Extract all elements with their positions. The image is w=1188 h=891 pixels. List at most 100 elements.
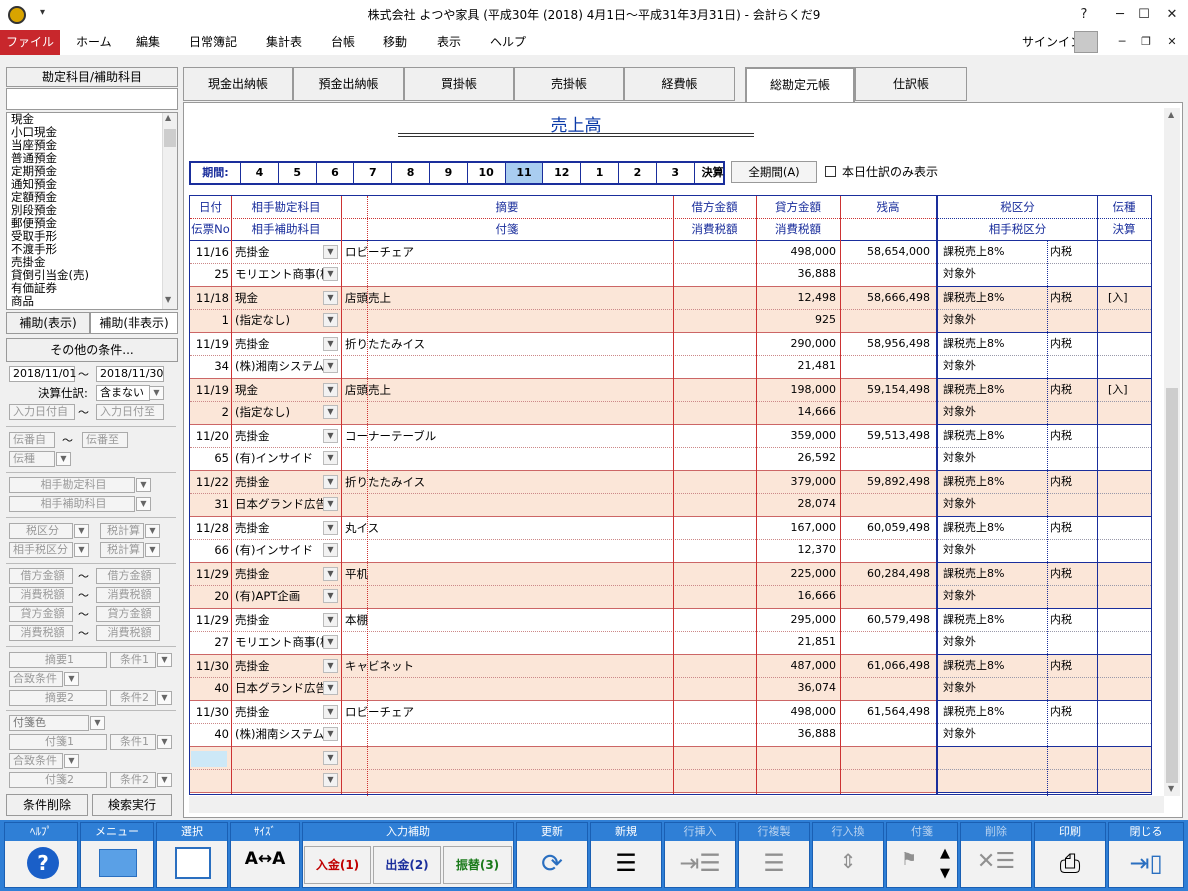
- partner-sub-cell[interactable]: (株)湘南システム: [235, 355, 323, 377]
- tax-incl-cell[interactable]: 内税: [1050, 701, 1094, 723]
- menu-view[interactable]: 表示: [437, 30, 461, 55]
- date-cell[interactable]: 11/22: [192, 471, 229, 493]
- credit-tax-to[interactable]: 消費税額: [96, 625, 160, 641]
- partner-tax-select[interactable]: 相手税区分: [9, 542, 73, 558]
- account-search-input[interactable]: [6, 88, 178, 110]
- account-item[interactable]: 商品: [7, 295, 177, 308]
- chevron-down-icon[interactable]: ▼: [323, 383, 338, 397]
- date-cell[interactable]: 11/19: [192, 333, 229, 355]
- chevron-down-icon[interactable]: ▼: [323, 359, 338, 373]
- date-cell[interactable]: 11/20: [192, 425, 229, 447]
- tag-up-down-icon[interactable]: ▲ ▼: [934, 844, 956, 884]
- tax-class-cell[interactable]: 課税売上8%: [943, 471, 1043, 493]
- summary-cell[interactable]: ロビーチェア: [345, 241, 665, 263]
- close-doc-icon[interactable]: ✕: [1154, 29, 1188, 55]
- credit-tax-cell[interactable]: 36,074: [758, 677, 837, 699]
- voucher-no-cell[interactable]: 25: [192, 263, 229, 285]
- tax-incl-cell[interactable]: 内税: [1050, 425, 1094, 447]
- menu-ledger[interactable]: 台帳: [331, 30, 355, 55]
- chevron-down-icon[interactable]: ▼: [136, 497, 151, 511]
- summary-cell[interactable]: キャビネット: [345, 655, 665, 677]
- summary-cell[interactable]: 折りたたみイス: [345, 333, 665, 355]
- help-icon[interactable]: ?: [1066, 0, 1102, 30]
- voucher-type-cell[interactable]: [1108, 655, 1148, 677]
- menu-summary[interactable]: 集計表: [266, 30, 302, 55]
- credit-tax-cell[interactable]: 21,851: [758, 631, 837, 653]
- transfer-button[interactable]: 振替(3): [443, 846, 512, 884]
- menu-help[interactable]: ヘルプ: [490, 30, 526, 55]
- signin-link[interactable]: サインイン: [1022, 33, 1082, 50]
- summary-cell[interactable]: 店頭売上: [345, 379, 665, 401]
- partner-tax-cell[interactable]: 対象外: [943, 539, 1043, 561]
- credit-tax-from[interactable]: 消費税額: [9, 625, 73, 641]
- chevron-down-icon[interactable]: ▼: [323, 475, 338, 489]
- voucher-no-cell[interactable]: 27: [192, 631, 229, 653]
- period-month-11[interactable]: 2: [619, 163, 657, 183]
- chevron-down-icon[interactable]: ▼: [90, 716, 105, 730]
- refresh-button[interactable]: 更新 ⟳: [516, 822, 588, 888]
- chevron-down-icon[interactable]: ▼: [323, 613, 338, 627]
- partner-tax-cell[interactable]: 対象外: [943, 723, 1043, 745]
- sub-show-tab[interactable]: 補助(表示): [6, 312, 90, 334]
- chevron-down-icon[interactable]: ▼: [157, 653, 172, 667]
- partner-sub-cell[interactable]: (指定なし): [235, 401, 323, 423]
- credit-tax-cell[interactable]: 36,888: [758, 263, 837, 285]
- tax-incl-cell[interactable]: 内税: [1050, 563, 1094, 585]
- menu-move[interactable]: 移動: [383, 30, 407, 55]
- chevron-down-icon[interactable]: ▼: [74, 524, 89, 538]
- debit-tax-from[interactable]: 消費税額: [9, 587, 73, 603]
- voucher-type-cell[interactable]: [入]: [1108, 287, 1148, 309]
- credit-cell[interactable]: 498,000: [758, 701, 837, 723]
- row-insert-button[interactable]: 行挿入 ⇥☰: [664, 822, 736, 888]
- avatar[interactable]: [1074, 31, 1098, 53]
- voucher-type-cell[interactable]: [1108, 425, 1148, 447]
- tax-incl-cell[interactable]: 内税: [1050, 333, 1094, 355]
- size-button[interactable]: ｻｲｽﾞ A↔A: [230, 822, 300, 888]
- tag2-field[interactable]: 付箋2: [9, 772, 107, 788]
- row-copy-button[interactable]: 行複製 ☰: [738, 822, 810, 888]
- date-from-field[interactable]: 2018/11/01: [9, 366, 76, 382]
- chevron-down-icon[interactable]: ▼: [323, 727, 338, 741]
- input-date-to[interactable]: 入力日付至: [96, 404, 164, 420]
- credit-tax-cell[interactable]: 26,592: [758, 447, 837, 469]
- tax-class-cell[interactable]: 課税売上8%: [943, 655, 1043, 677]
- chevron-down-icon[interactable]: ▼: [323, 497, 338, 511]
- chevron-down-icon[interactable]: ▼: [323, 313, 338, 327]
- voucher-type-cell[interactable]: [1108, 701, 1148, 723]
- credit-to[interactable]: 貸方金額: [96, 606, 160, 622]
- debit-tax-to[interactable]: 消費税額: [96, 587, 160, 603]
- voucher-no-cell[interactable]: 65: [192, 447, 229, 469]
- new-date-input[interactable]: [191, 751, 227, 767]
- quick-access-icon[interactable]: ▾: [40, 7, 45, 18]
- chevron-down-icon[interactable]: ▼: [149, 386, 164, 400]
- chevron-down-icon[interactable]: ▼: [157, 735, 172, 749]
- chevron-down-icon[interactable]: ▼: [323, 429, 338, 443]
- chevron-down-icon[interactable]: ▼: [323, 773, 338, 787]
- voucher-no-cell[interactable]: 40: [192, 723, 229, 745]
- partner-tax-cell[interactable]: 対象外: [943, 585, 1043, 607]
- cond1-select[interactable]: 条件1: [110, 652, 156, 668]
- chevron-down-icon[interactable]: ▼: [64, 672, 79, 686]
- ledger-hscrollbar[interactable]: [189, 796, 1164, 813]
- partner-sub-select[interactable]: 相手補助科目: [9, 496, 135, 512]
- tax-class-cell[interactable]: 課税売上8%: [943, 287, 1043, 309]
- credit-cell[interactable]: 487,000: [758, 655, 837, 677]
- voucher-no-cell[interactable]: 20: [192, 585, 229, 607]
- summary1-field[interactable]: 摘要1: [9, 652, 107, 668]
- chevron-down-icon[interactable]: ▼: [323, 681, 338, 695]
- partner-sub-cell[interactable]: (指定なし): [235, 309, 323, 331]
- chevron-down-icon[interactable]: ▼: [145, 524, 160, 538]
- sub-hide-tab[interactable]: 補助(非表示): [90, 312, 178, 334]
- partner-account-select[interactable]: 相手勘定科目: [9, 477, 135, 493]
- partner-tax-cell[interactable]: 対象外: [943, 401, 1043, 423]
- partner-account-cell[interactable]: 現金: [235, 379, 323, 401]
- date-to-field[interactable]: 2018/11/30: [96, 366, 164, 382]
- chevron-down-icon[interactable]: ▼: [323, 267, 338, 281]
- voucher-type-cell[interactable]: [1108, 333, 1148, 355]
- tab-journal[interactable]: 仕訳帳: [855, 67, 967, 101]
- input-date-from[interactable]: 入力日付自: [9, 404, 75, 420]
- period-month-3[interactable]: 6: [317, 163, 355, 183]
- credit-cell[interactable]: 290,000: [758, 333, 837, 355]
- chevron-down-icon[interactable]: ▼: [56, 452, 71, 466]
- chevron-down-icon[interactable]: ▼: [323, 451, 338, 465]
